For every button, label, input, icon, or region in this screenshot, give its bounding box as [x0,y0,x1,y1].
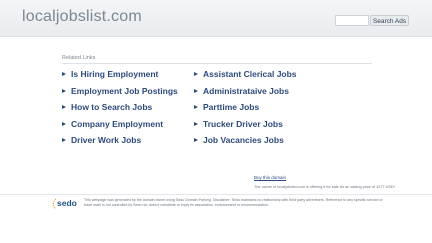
related-link[interactable]: Administrataive Jobs [194,83,297,100]
related-links-right-column: Assistant Clerical Jobs Administrataive … [194,66,297,149]
buy-domain-link[interactable]: Buy this domain [254,175,286,180]
footer-disclaimer: This webpage was generated by the domain… [84,198,383,207]
search-ads-button[interactable]: Search Ads [370,15,409,26]
related-link-label[interactable]: Parttime Jobs [203,102,259,112]
site-title[interactable]: localjobslist.com [22,8,142,26]
arrow-right-icon [194,138,198,143]
related-link-label[interactable]: Employment Job Postings [71,86,178,96]
related-link[interactable]: Employment Job Postings [62,83,178,100]
related-link-label[interactable]: Trucker Driver Jobs [203,119,283,129]
arrow-right-icon [62,105,66,110]
related-link[interactable]: Trucker Driver Jobs [194,116,297,133]
related-link[interactable]: Assistant Clerical Jobs [194,66,297,83]
footer-divider [0,194,432,195]
related-link[interactable]: Parttime Jobs [194,99,297,116]
arrow-right-icon [194,72,198,77]
related-link-label[interactable]: Administrataive Jobs [203,86,289,96]
related-link[interactable]: Is Hiring Employment [62,66,178,83]
related-link-label[interactable]: Is Hiring Employment [71,69,158,79]
arrow-right-icon [62,72,66,77]
related-link-label[interactable]: Company Employment [71,119,163,129]
sale-offer-text: The owner of localjobslist.com is offeri… [254,185,395,189]
arrow-right-icon [194,105,198,110]
arrow-right-icon [194,121,198,126]
related-link[interactable]: Company Employment [62,116,178,133]
related-link-label[interactable]: Job Vacancies Jobs [203,135,284,145]
header-bar: localjobslist.com Search Ads [0,0,432,37]
related-link-label[interactable]: How to Search Jobs [71,102,152,112]
arrow-right-icon [62,138,66,143]
related-link-label[interactable]: Assistant Clerical Jobs [203,69,297,79]
sedo-logo-text[interactable]: sedo [57,198,77,208]
arrow-right-icon [194,88,198,93]
divider [62,63,372,64]
related-link-label[interactable]: Driver Work Jobs [71,135,141,145]
related-link[interactable]: Job Vacancies Jobs [194,132,297,149]
related-link[interactable]: Driver Work Jobs [62,132,178,149]
related-link[interactable]: How to Search Jobs [62,99,178,116]
related-links-left-column: Is Hiring Employment Employment Job Post… [62,66,178,149]
arrow-right-icon [62,88,66,93]
arrow-right-icon [62,121,66,126]
search-input[interactable] [335,15,369,26]
related-links-heading: Related Links [62,55,96,61]
